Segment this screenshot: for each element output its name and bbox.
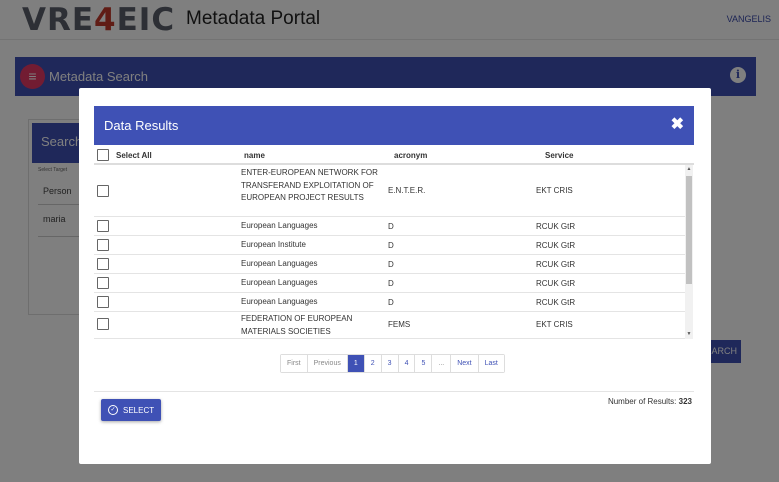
table-row[interactable]: European Languages D RCUK GtR: [94, 255, 685, 274]
modal-header: Data Results ✖: [94, 106, 694, 145]
table-row[interactable]: FEDERATION OF EUROPEAN MATERIALS SOCIETI…: [94, 312, 685, 339]
page-number[interactable]: 2: [364, 355, 382, 372]
row-checkbox[interactable]: [97, 220, 109, 232]
cell-service: EKT CRIS: [536, 320, 573, 329]
scroll-down-arrow-icon[interactable]: ▼: [685, 330, 693, 339]
cell-service: RCUK GtR: [536, 298, 576, 307]
page-previous[interactable]: Previous: [307, 355, 348, 372]
cell-acronym: D: [388, 241, 394, 250]
cell-service: RCUK GtR: [536, 241, 576, 250]
cell-acronym: D: [388, 260, 394, 269]
data-results-modal: Data Results ✖ Select All name acronym S…: [79, 88, 711, 464]
table-row[interactable]: ENTER-EUROPEAN NETWORK FOR TRANSFERAND E…: [94, 165, 685, 217]
check-circle-icon: ✓: [108, 405, 118, 415]
close-icon[interactable]: ✖: [671, 115, 684, 135]
select-all-checkbox[interactable]: [97, 149, 109, 161]
modal-footer-divider: [94, 391, 694, 392]
cell-name: European Institute: [241, 240, 306, 249]
row-checkbox[interactable]: [97, 258, 109, 270]
page-number[interactable]: 3: [381, 355, 399, 372]
cell-acronym: D: [388, 222, 394, 231]
cell-name: European Languages: [241, 297, 318, 306]
pagination: First Previous 1 2 3 4 5 ... Next Last: [280, 354, 505, 373]
scroll-thumb[interactable]: [686, 176, 692, 284]
select-button[interactable]: ✓ SELECT: [101, 399, 161, 421]
cell-name: European Languages: [241, 278, 318, 287]
cell-name: European Languages: [241, 221, 318, 230]
cell-service: RCUK GtR: [536, 222, 576, 231]
scroll-up-arrow-icon[interactable]: ▲: [685, 165, 693, 174]
page-number[interactable]: 5: [415, 355, 433, 372]
table-row[interactable]: European Languages D RCUK GtR: [94, 293, 685, 312]
table-row[interactable]: European Institute D RCUK GtR: [94, 236, 685, 255]
page-last[interactable]: Last: [478, 355, 504, 372]
cell-name: European Languages: [241, 259, 318, 268]
page-number[interactable]: 4: [398, 355, 416, 372]
results-table-body: ENTER-EUROPEAN NETWORK FOR TRANSFERAND E…: [94, 165, 694, 339]
cell-acronym: D: [388, 298, 394, 307]
cell-name: ENTER-EUROPEAN NETWORK FOR TRANSFERAND E…: [241, 168, 378, 202]
select-button-label: SELECT: [123, 406, 155, 415]
table-row[interactable]: European Languages D RCUK GtR: [94, 274, 685, 293]
page-number[interactable]: 1: [347, 355, 365, 372]
cell-service: RCUK GtR: [536, 260, 576, 269]
cell-name: FEDERATION OF EUROPEAN MATERIALS SOCIETI…: [241, 314, 353, 336]
results-count-label: Number of Results:: [607, 397, 677, 406]
cell-acronym: D: [388, 279, 394, 288]
results-count: Number of Results: 323: [608, 397, 692, 406]
page-ellipsis: ...: [432, 355, 452, 372]
cell-acronym: FEMS: [388, 320, 411, 329]
table-row[interactable]: European Languages D RCUK GtR: [94, 217, 685, 236]
column-header-service[interactable]: Service: [545, 151, 573, 160]
table-scrollbar[interactable]: ▲ ▼: [685, 165, 693, 339]
page-first[interactable]: First: [281, 355, 308, 372]
cell-service: RCUK GtR: [536, 279, 576, 288]
column-header-acronym[interactable]: acronym: [394, 151, 427, 160]
row-checkbox[interactable]: [97, 185, 109, 197]
modal-title: Data Results: [104, 118, 179, 133]
row-checkbox[interactable]: [97, 239, 109, 251]
row-checkbox[interactable]: [97, 277, 109, 289]
cell-acronym: E.N.T.E.R.: [388, 186, 426, 195]
select-all-label[interactable]: Select All: [116, 151, 152, 160]
results-count-value: 323: [678, 397, 692, 406]
row-checkbox[interactable]: [97, 296, 109, 308]
column-header-name[interactable]: name: [244, 151, 265, 160]
page-next[interactable]: Next: [451, 355, 479, 372]
table-header: Select All name acronym Service: [94, 145, 694, 165]
cell-service: EKT CRIS: [536, 186, 573, 195]
row-checkbox[interactable]: [97, 318, 109, 330]
